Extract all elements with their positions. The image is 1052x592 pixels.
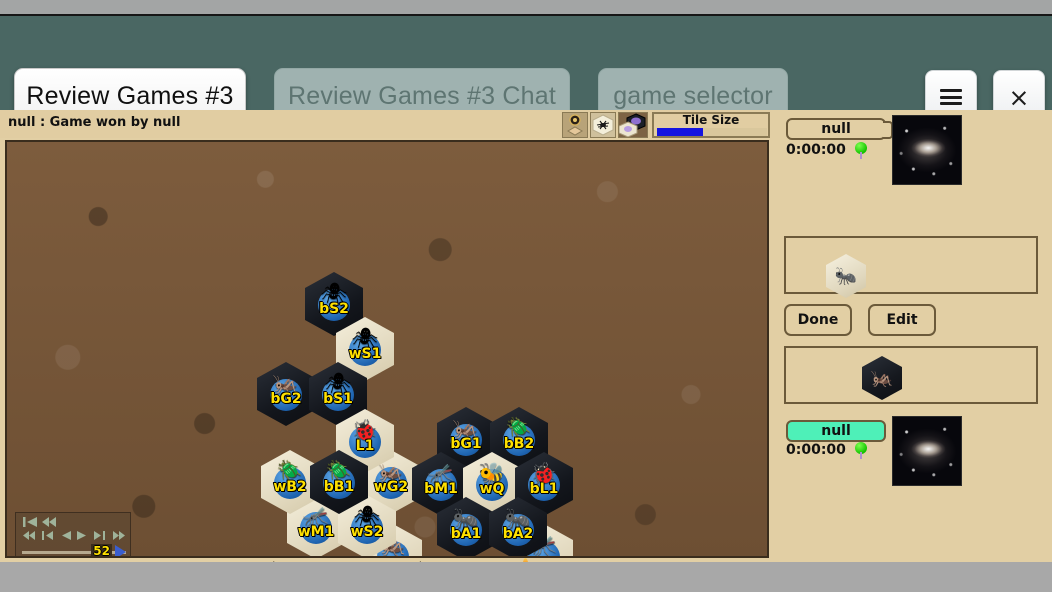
white-tile-icon[interactable]	[590, 112, 616, 138]
edit-button[interactable]: Edit	[868, 304, 936, 336]
white-reserve-rack[interactable]: 🐜	[784, 236, 1038, 298]
tile-size-label: Tile Size	[682, 113, 740, 127]
playback-slider[interactable]: 52	[22, 544, 126, 558]
browser-chrome-top	[0, 0, 1052, 16]
tile-label: wQ	[479, 481, 505, 497]
tile-label: wM1	[297, 524, 335, 540]
tile-label: bS1	[323, 391, 353, 407]
play-icon[interactable]	[115, 545, 126, 556]
tile-label: bB1	[323, 479, 355, 495]
player-top-clock: 0:00:00	[786, 142, 846, 158]
forward-fast-icon[interactable]	[112, 530, 126, 544]
rewind-icon[interactable]	[41, 516, 57, 531]
rewind-step-icon[interactable]	[41, 530, 55, 544]
tile-label: bS2	[319, 301, 349, 317]
player-top-name-button[interactable]: null	[786, 118, 886, 140]
tile-label: bL1	[529, 481, 559, 497]
edit-label: Edit	[886, 312, 918, 328]
done-button[interactable]: Done	[784, 304, 852, 336]
game-window: null : Game won by null Tile Size 52 🕷 b…	[0, 110, 1052, 582]
tile-label: wS2	[350, 524, 384, 540]
tile-label: L1	[355, 438, 375, 454]
player-bottom-name-button[interactable]: null	[786, 420, 886, 442]
rewind-fast-icon[interactable]	[22, 530, 36, 544]
tab-label: game selector	[613, 81, 773, 110]
black-reserve-rack[interactable]: 🦗	[784, 346, 1038, 404]
tile-label: wS1	[348, 346, 382, 362]
tile-label: bB2	[503, 436, 535, 452]
playback-panel[interactable]: 52	[15, 512, 131, 558]
tile-label: bG1	[450, 436, 482, 452]
player-bottom-clock: 0:00:00	[786, 442, 846, 458]
browser-chrome-bottom	[0, 562, 1052, 592]
stack-glyph	[619, 113, 646, 137]
game-status-text: null : Game won by null	[8, 115, 181, 130]
step-back-icon[interactable]	[60, 530, 72, 544]
playback-row-bottom	[22, 530, 126, 544]
hamburger-icon	[940, 89, 962, 105]
tile-label: wB2	[273, 479, 307, 495]
tile-label: bA1	[450, 526, 482, 542]
tab-label: Review Games #3	[26, 81, 234, 110]
close-icon: ×	[1008, 82, 1030, 112]
tab-label: Review Games #3 Chat	[287, 81, 556, 110]
tile-stack-icon[interactable]	[618, 112, 648, 138]
tab-bar: Review Games #3 Review Games #3 Chat gam…	[0, 16, 1052, 124]
green-pin-icon	[854, 142, 867, 159]
galaxy-image	[893, 417, 961, 485]
game-board[interactable]: 52 🕷 bS2 🕷 wS1 🦗 bG2 🕷 bS1 🐞 L1 🪲 wB2 🪲 bB1 🦗 wG2 🦗 bG1 🪲 b…	[5, 140, 769, 558]
grasshopper-glyph: 🦗	[870, 367, 894, 389]
tile-label: wG2	[373, 479, 409, 495]
player-top-name: null	[821, 121, 851, 137]
to-start-icon[interactable]	[22, 516, 38, 531]
game-chip-icon[interactable]	[562, 112, 588, 138]
move-number: 52	[91, 544, 112, 558]
board-tile-bG2[interactable]: 🦗 bG2	[257, 362, 315, 426]
player-top-clock-row: 0:00:00	[786, 142, 867, 159]
player-bottom-clock-row: 0:00:00	[786, 442, 867, 459]
chip-glyph	[566, 114, 584, 136]
ant-glyph: 🐜	[834, 265, 858, 287]
forward-step-icon[interactable]	[93, 530, 107, 544]
tile-size-fill	[657, 128, 704, 136]
tile-size-slider[interactable]: Tile Size	[652, 112, 770, 138]
player-bottom-name: null	[821, 423, 851, 439]
galaxy-image	[893, 116, 961, 184]
green-pin-icon	[854, 442, 867, 459]
reserve-tile-black-grasshopper[interactable]: 🦗	[862, 356, 902, 400]
player-top-avatar[interactable]	[892, 115, 962, 185]
done-label: Done	[797, 312, 839, 328]
tile-size-track[interactable]	[657, 128, 767, 136]
tile-glyph	[592, 114, 614, 136]
playback-row-top	[22, 516, 126, 531]
sidebar: null 0:00:00 🐜 Done Edit 🦗 null 0:00:00	[770, 110, 1052, 562]
tile-label: bA2	[502, 526, 534, 542]
player-bottom-avatar[interactable]	[892, 416, 962, 486]
tile-label: bM1	[424, 481, 458, 497]
app-root: Review Games #3 Review Games #3 Chat gam…	[0, 0, 1052, 592]
reserve-tile-white-ant[interactable]: 🐜	[826, 254, 866, 298]
tile-label: bG2	[270, 391, 302, 407]
step-forward-icon[interactable]	[76, 530, 88, 544]
